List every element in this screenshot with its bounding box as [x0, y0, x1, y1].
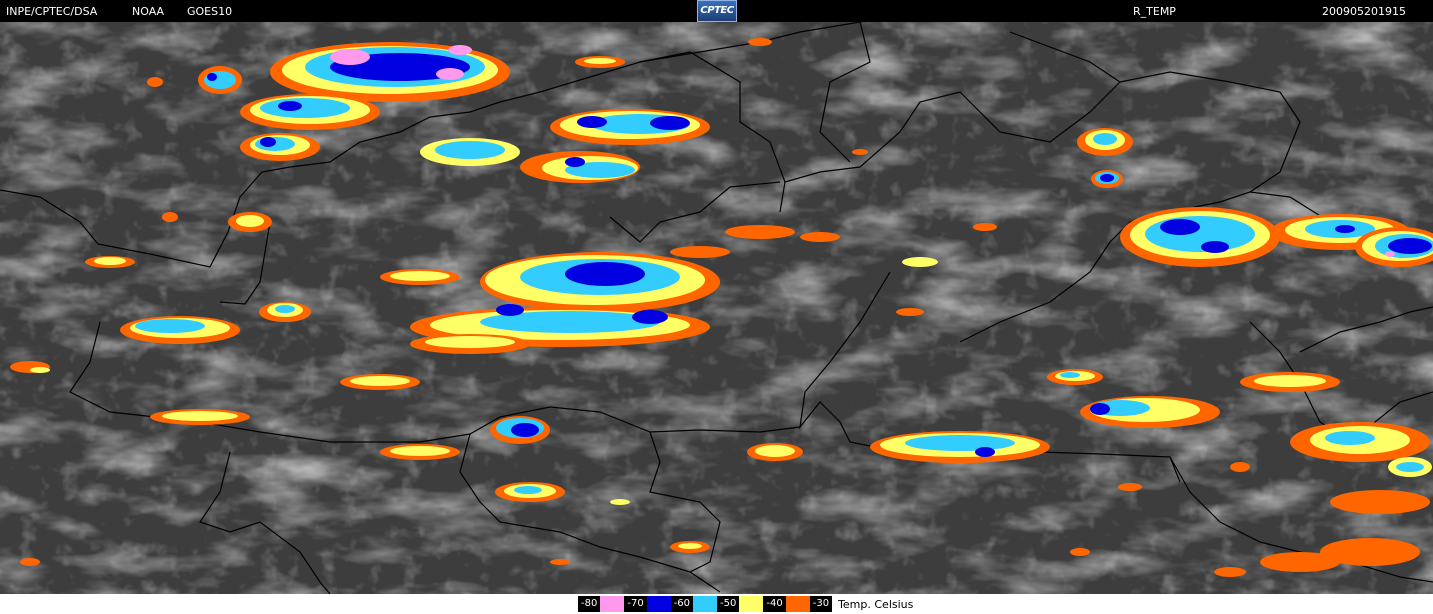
legend-swatch-yellow — [739, 596, 764, 612]
timestamp-label: 200905201915 — [1322, 5, 1406, 18]
satellite-label: GOES10 — [187, 5, 233, 18]
satellite-map — [0, 22, 1433, 594]
legend-label-minus80: -80 — [578, 596, 601, 612]
legend-label-minus70: -70 — [624, 596, 647, 612]
legend-swatch-pink — [600, 596, 625, 612]
legend-label-minus50: -50 — [717, 596, 740, 612]
legend-label-minus60: -60 — [670, 596, 694, 612]
legend-unit: Temp. Celsius — [838, 597, 914, 611]
cptec-logo: CPTEC — [697, 0, 737, 22]
legend-label-minus40: -40 — [763, 596, 786, 612]
legend-label-minus30: -30 — [809, 596, 833, 612]
legend-swatch-cyan — [693, 596, 718, 612]
agency-label: NOAA — [132, 5, 165, 18]
header-bar: INPE/CPTEC/DSA NOAA GOES10 CPTEC R_TEMP … — [0, 0, 1433, 22]
cloud-texture-fine — [0, 22, 1433, 594]
product-label: R_TEMP — [1133, 5, 1176, 18]
satellite-image — [0, 22, 1433, 594]
legend-swatch-orange — [785, 596, 810, 612]
temperature-legend: -80 -70 -60 -50 -40 -30 Temp. Celsius — [578, 596, 913, 612]
source-label: INPE/CPTEC/DSA — [6, 5, 98, 18]
legend-swatch-blue — [646, 596, 671, 612]
legend-bar: -80 -70 -60 -50 -40 -30 Temp. Celsius — [0, 594, 1433, 614]
